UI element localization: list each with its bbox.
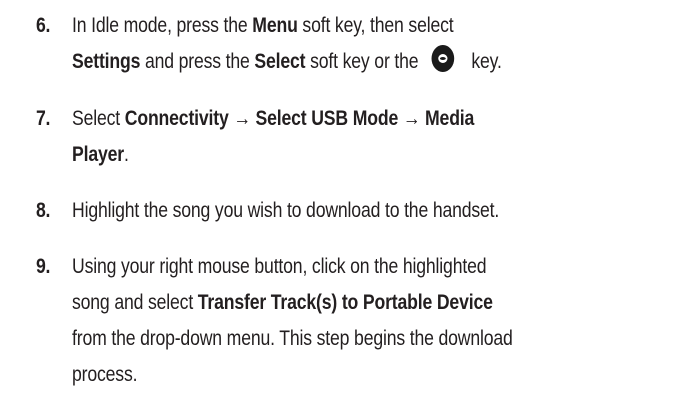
step-text: Select Connectivity → Select USB Mode → … <box>72 101 593 173</box>
step-text: Highlight the song you wish to download … <box>72 193 593 229</box>
step-number: 9. <box>36 255 51 278</box>
step-line: Highlight the song you wish to download … <box>72 199 500 222</box>
step-number: 6. <box>36 14 51 37</box>
select-key-icon <box>431 45 455 72</box>
step-number: 8. <box>36 199 51 222</box>
step-text: In Idle mode, press the Menu soft key, t… <box>72 8 593 80</box>
select-key-label: Select <box>254 50 306 73</box>
step-line: Select Connectivity → Select USB Mode → … <box>72 107 475 130</box>
menu-key-label: Menu <box>252 14 298 37</box>
step-number: 7. <box>36 107 51 130</box>
step-line: Player. <box>72 143 129 166</box>
step-line: process. <box>72 363 138 386</box>
step-line: song and select Transfer Track(s) to Por… <box>72 291 493 314</box>
step-line: Using your right mouse button, click on … <box>72 255 487 278</box>
connectivity-path-label: Connectivity → Select USB Mode → Media <box>124 107 475 130</box>
transfer-track-label: Transfer Track(s) to Portable Device <box>197 291 493 314</box>
step-line: from the drop-down menu. This step begin… <box>72 327 513 350</box>
step-line: In Idle mode, press the Menu soft key, t… <box>72 14 454 37</box>
manual-page: 6. In Idle mode, press the Menu soft key… <box>0 0 686 407</box>
settings-label: Settings <box>72 50 141 73</box>
step-text: Using your right mouse button, click on … <box>72 249 593 393</box>
player-label: Player <box>72 143 124 166</box>
step-line: Settings and press the Select soft key o… <box>72 44 593 80</box>
